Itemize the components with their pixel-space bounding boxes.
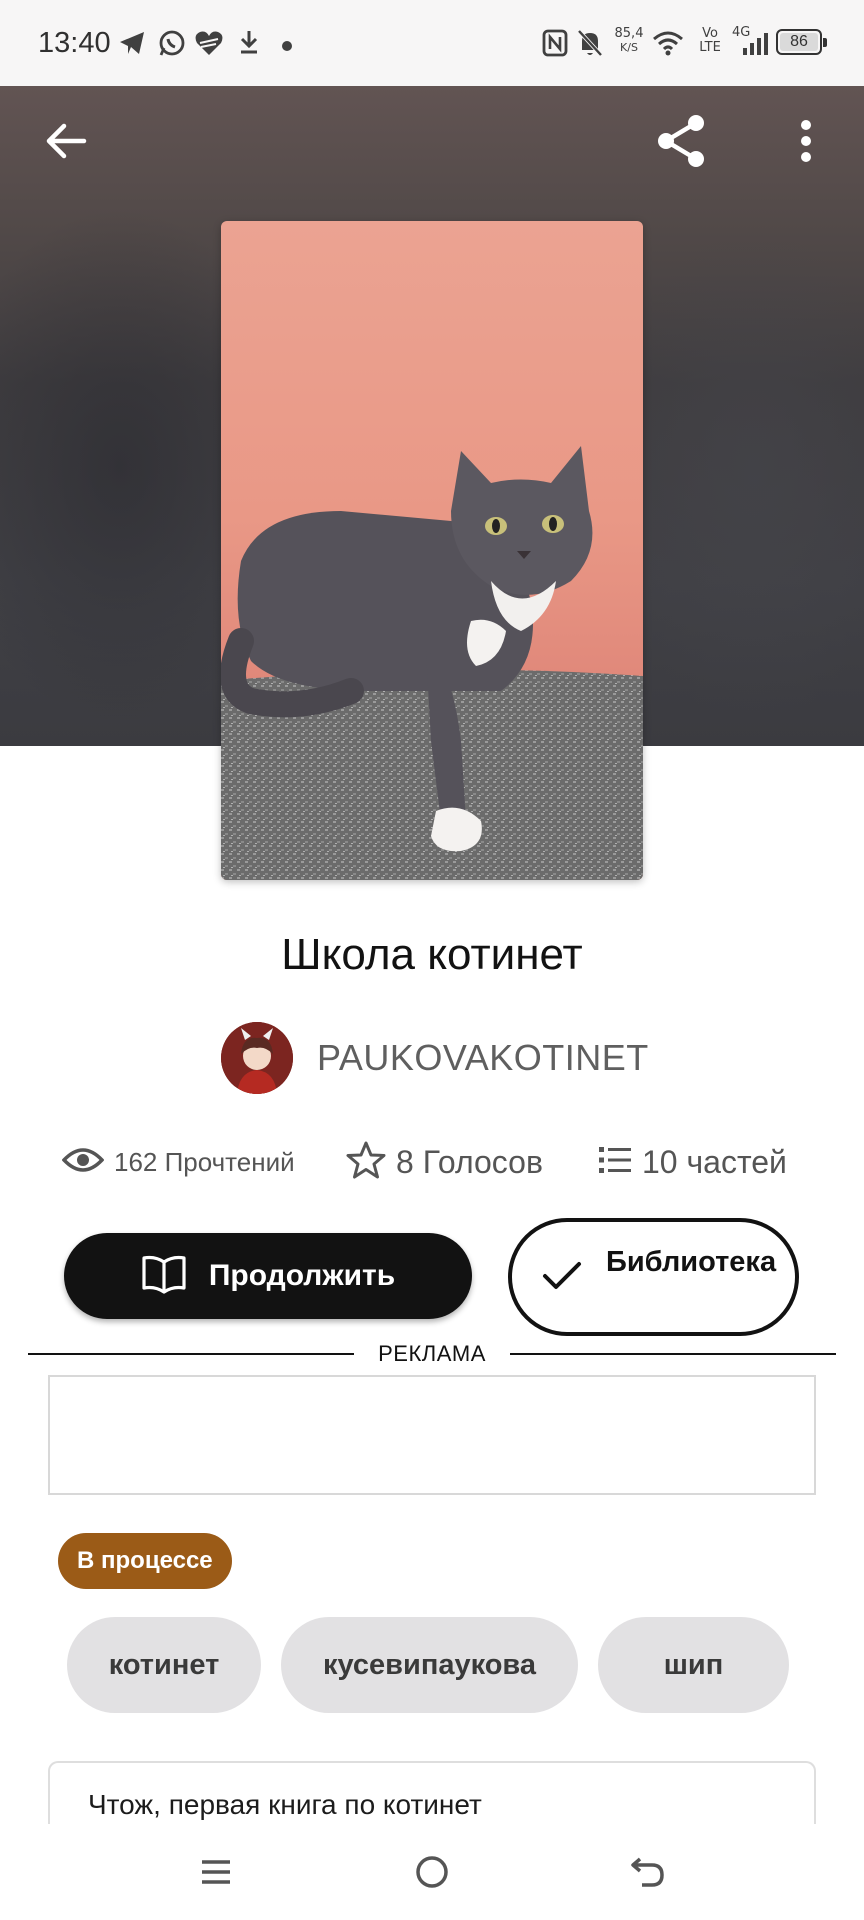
book-open-icon bbox=[141, 1254, 187, 1299]
story-cover[interactable] bbox=[221, 221, 643, 880]
recent-apps-button[interactable] bbox=[186, 1844, 246, 1904]
share-button[interactable] bbox=[652, 114, 712, 171]
battery-icon: 86 bbox=[776, 29, 827, 55]
status-bar: 13:40 85,4 K/S Vo LTE 4G 86 bbox=[0, 0, 864, 86]
net-speed: 85,4 K/S bbox=[612, 27, 646, 55]
dot-icon bbox=[282, 38, 292, 56]
nfc-icon bbox=[542, 29, 568, 62]
story-title: Школа котинет bbox=[281, 930, 583, 979]
reads-stat: 162 Прочтений bbox=[61, 1138, 295, 1186]
more-vertical-icon bbox=[800, 119, 812, 168]
cat-illustration bbox=[221, 446, 643, 880]
volte-indicator: Vo LTE bbox=[696, 27, 724, 55]
library-label: Библиотека bbox=[606, 1246, 777, 1278]
parts-stat: 10 частей bbox=[598, 1138, 787, 1186]
ad-divider-left bbox=[28, 1353, 354, 1355]
author-link[interactable]: PAUKOVAKOTINET bbox=[221, 1022, 649, 1094]
back-button[interactable] bbox=[38, 115, 94, 171]
status-time: 13:40 bbox=[38, 27, 111, 59]
volte-bottom: LTE bbox=[699, 40, 721, 55]
whatsapp-icon bbox=[158, 29, 186, 62]
continue-label: Продолжить bbox=[208, 1259, 396, 1292]
telegram-icon bbox=[118, 30, 146, 61]
parts-count: 10 частей bbox=[642, 1143, 787, 1180]
volte-top: Vo bbox=[702, 26, 718, 41]
heart-app-icon bbox=[194, 29, 224, 62]
bell-muted-icon bbox=[576, 28, 604, 63]
back-icon bbox=[630, 1855, 666, 1894]
tag-chip[interactable]: котинет bbox=[67, 1617, 261, 1713]
votes-stat: 8 Голосов bbox=[346, 1138, 543, 1186]
description-text: Чтож, первая книга по котинет bbox=[88, 1789, 482, 1820]
system-nav-bar bbox=[0, 1824, 864, 1920]
arrow-left-icon bbox=[44, 121, 88, 166]
votes-count: 8 Голосов bbox=[396, 1143, 543, 1180]
story-stats: 162 Прочтений 8 Голосов 10 частей bbox=[0, 1138, 864, 1186]
eye-icon bbox=[61, 1146, 105, 1179]
signal-icon bbox=[742, 32, 770, 61]
share-icon bbox=[652, 111, 712, 176]
tag-chip[interactable]: шип bbox=[598, 1617, 789, 1713]
status-badge: В процессе bbox=[58, 1533, 232, 1589]
home-button[interactable] bbox=[402, 1844, 462, 1904]
menu-icon bbox=[199, 1855, 233, 1894]
list-icon bbox=[598, 1145, 632, 1180]
tag-chip[interactable]: кусевипаукова bbox=[281, 1617, 578, 1713]
net-speed-unit: K/S bbox=[620, 41, 638, 54]
author-name: PAUKOVAKOTINET bbox=[317, 1037, 649, 1078]
home-circle-icon bbox=[414, 1854, 450, 1895]
ad-slot[interactable] bbox=[48, 1375, 816, 1495]
more-options-button[interactable] bbox=[778, 115, 834, 171]
checkmark-icon bbox=[542, 1260, 582, 1297]
ad-label: РЕКЛАМА bbox=[378, 1341, 486, 1366]
wifi-icon bbox=[652, 30, 684, 61]
battery-level: 86 bbox=[790, 33, 808, 50]
net-speed-value: 85,4 bbox=[614, 26, 644, 41]
download-icon bbox=[238, 29, 260, 60]
ad-divider-right bbox=[510, 1353, 836, 1355]
library-button[interactable]: Библиотека bbox=[508, 1218, 799, 1336]
avatar bbox=[221, 1022, 293, 1094]
star-icon bbox=[346, 1140, 386, 1185]
reads-count: 162 Прочтений bbox=[114, 1146, 295, 1177]
continue-reading-button[interactable]: Продолжить bbox=[64, 1233, 472, 1319]
system-back-button[interactable] bbox=[618, 1844, 678, 1904]
